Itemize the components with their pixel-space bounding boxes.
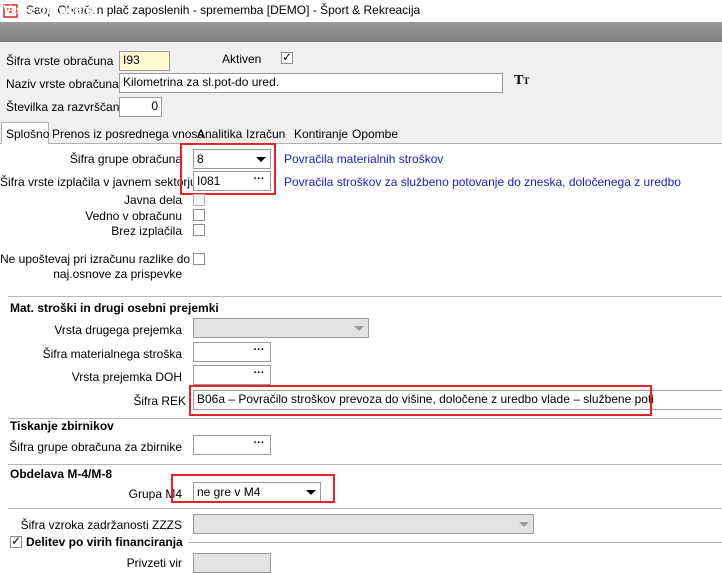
form-header-title: Vrste obračuna xyxy=(3,2,97,17)
tab-opombe[interactable]: Opombe xyxy=(352,127,398,141)
vedno-checkbox[interactable] xyxy=(193,209,205,221)
delitev-section-title: Delitev po virih financiranja xyxy=(26,535,183,549)
javna-dela-label: Javna dela xyxy=(123,193,182,207)
delitev-checkbox[interactable] xyxy=(10,534,22,548)
form-header xyxy=(0,22,722,42)
izplacilo-description: Povračila stroškov za službeno potovanje… xyxy=(284,175,681,189)
vrsta-drugega-label: Vrsta drugega prejemka xyxy=(54,323,182,337)
sifra-label: Šifra vrste obračuna xyxy=(6,54,114,68)
vrsta-drugega-combo[interactable] xyxy=(193,318,369,338)
naziv-label: Naziv vrste obračuna xyxy=(6,77,119,91)
sifra-input[interactable]: I93 xyxy=(119,51,170,71)
tab-splosno[interactable]: Splošno xyxy=(1,122,49,145)
highlight-box-rek xyxy=(189,385,652,416)
highlight-box-grupa xyxy=(180,143,276,195)
zzzs-divider xyxy=(8,508,722,509)
grupa-zbirnike-label: Šifra grupe obračuna za zbirnike xyxy=(9,440,182,454)
m4-divider xyxy=(8,464,722,465)
stevilka-label: Številka za razvrščanje xyxy=(6,100,129,114)
neupostevaj-label-2: naj.osnove za prispevke xyxy=(53,267,182,281)
mat-section-title: Mat. stroški in drugi osebni prejemki xyxy=(10,301,219,315)
grupa-zbirnike-lookup[interactable]: ··· xyxy=(193,435,271,455)
neupostevaj-label-1: Ne upoštevaj pri izračunu razlike do xyxy=(0,252,191,266)
tab-analitika[interactable]: Analitika xyxy=(197,127,242,141)
chevron-down-icon[interactable] xyxy=(350,320,367,336)
grupa-m4-label: Grupa M4 xyxy=(128,487,182,501)
ellipsis-icon[interactable]: ··· xyxy=(249,367,269,383)
stevilka-input[interactable]: 0 xyxy=(119,97,162,117)
m4-section-title: Obdelava M-4/M-8 xyxy=(10,467,113,481)
translate-icon[interactable]: TT xyxy=(514,73,529,89)
grupa-label: Šifra grupe obračuna xyxy=(69,152,182,166)
rek-label: Šifra REK xyxy=(133,394,186,408)
aktiven-checkbox[interactable] xyxy=(281,50,293,64)
delitev-divider xyxy=(188,542,722,543)
neupostevaj-checkbox[interactable] xyxy=(193,253,205,265)
privzeti-vir-label: Privzeti vir xyxy=(126,556,182,570)
vrsta-doh-lookup[interactable]: ··· xyxy=(193,365,271,385)
javna-dela-checkbox[interactable] xyxy=(193,194,205,206)
privzeti-vir-combo[interactable] xyxy=(193,553,271,573)
vrsta-doh-label: Vrsta prejemka DOH xyxy=(71,370,182,384)
zzzs-combo[interactable] xyxy=(193,514,534,534)
tab-prenos[interactable]: Prenos iz posrednega vnosa xyxy=(52,127,204,141)
ellipsis-icon[interactable]: ··· xyxy=(249,437,269,453)
sifra-mat-lookup[interactable]: ··· xyxy=(193,342,271,362)
chevron-down-icon[interactable] xyxy=(515,516,532,532)
vedno-label: Vedno v obračunu xyxy=(85,209,182,223)
brez-label: Brez izplačila xyxy=(111,224,182,238)
grupa-description: Povračila materialnih stroškov xyxy=(284,152,444,166)
zzzs-label: Šifra vzroka zadržanosti ZZZS xyxy=(20,518,182,532)
highlight-box-m4 xyxy=(171,474,335,503)
tiskanje-section-title: Tiskanje zbirnikov xyxy=(10,419,114,433)
aktiven-label: Aktiven xyxy=(222,52,262,66)
izplacilo-label: Šifra vrste izplačila v javnem sektorju xyxy=(0,175,197,189)
ellipsis-icon[interactable]: ··· xyxy=(249,344,269,360)
brez-checkbox[interactable] xyxy=(193,224,205,236)
naziv-input[interactable]: Kilometrina za sl.pot-do ured. xyxy=(119,73,503,93)
tiskanje-divider xyxy=(8,418,722,419)
sifra-mat-label: Šifra materialnega stroška xyxy=(42,347,182,361)
mat-divider xyxy=(8,296,722,297)
tab-izracun[interactable]: Izračun xyxy=(246,127,285,141)
tab-kontiranje[interactable]: Kontiranje xyxy=(294,127,348,141)
